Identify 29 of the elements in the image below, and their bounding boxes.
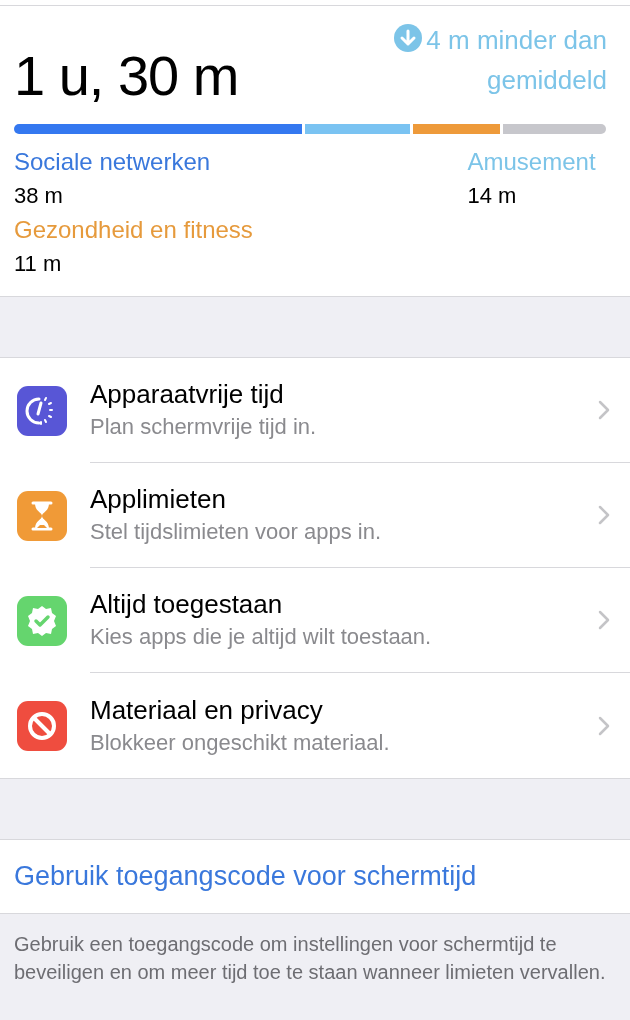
category-name: Gezondheid en fitness <box>14 215 253 245</box>
prohibited-icon <box>17 700 67 751</box>
category-time: 11 m <box>14 250 62 278</box>
chevron-icon <box>598 505 610 525</box>
row-subtitle: Plan schermvrije tijd in. <box>90 413 318 441</box>
row-subtitle: Kies apps die je altijd wilt toestaan. <box>90 623 433 651</box>
check-badge-icon <box>17 595 67 646</box>
settings-row[interactable]: Altijd toegestaan Kies apps die je altijd wilt toestaan. <box>0 568 630 673</box>
hourglass-icon <box>17 490 67 541</box>
settings-row[interactable]: Apparaatvrije tijd Plan schermvrije tijd in. <box>0 358 630 463</box>
row-title: Applimieten <box>90 483 227 516</box>
settings-row[interactable]: Materiaal en privacy Blokkeer ongeschikt materiaal. <box>0 673 630 778</box>
moon-clock-icon <box>17 385 67 436</box>
chevron-icon <box>598 715 610 736</box>
row-subtitle: Blokkeer ongeschikt materiaal. <box>90 728 391 757</box>
settings-row[interactable]: Applimieten Stel tijdslimieten voor apps in. <box>0 463 630 568</box>
category-name: Amusement <box>467 147 596 177</box>
chevron-icon <box>598 610 610 630</box>
category-name: Sociale netwerken <box>14 147 211 177</box>
row-title: Materiaal en privacy <box>90 693 324 727</box>
row-subtitle: Stel tijdslimieten voor apps in. <box>90 518 383 546</box>
category-time: 14 m <box>467 182 517 210</box>
category-time: 38 m <box>14 182 63 210</box>
chevron-icon <box>598 400 610 420</box>
average-comparison: 4 m minder dan gemiddeld <box>426 25 607 95</box>
footer-note: Gebruik een toegangscode om instellingen voor schermtijd te beveiligen en om meer tijd toe te staan wanneer limieten vervallen. <box>13 932 607 985</box>
row-title: Altijd toegestaan <box>90 588 284 621</box>
total-screen-time: 1 u, 30 m <box>14 48 239 104</box>
row-title: Apparaatvrije tijd <box>90 378 285 411</box>
